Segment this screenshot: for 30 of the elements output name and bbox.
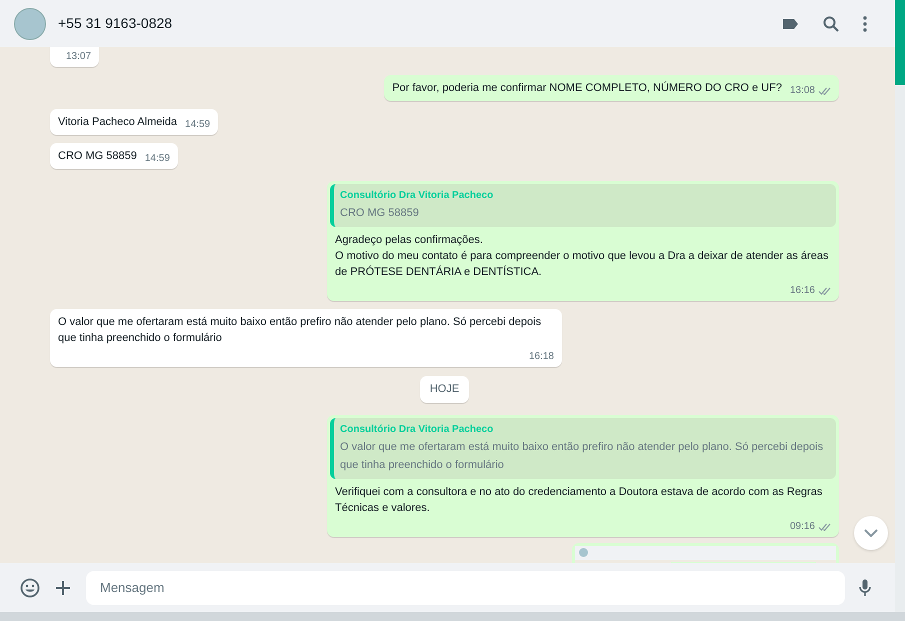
label-icon[interactable]: [782, 18, 799, 30]
scroll-down-button[interactable]: [854, 516, 888, 550]
message-text: Verifiquei com a consultora e no ato do credenciamento a Doutora estava de acordo com as Regras Técnicas e valores.: [335, 484, 824, 516]
plus-icon[interactable]: [55, 580, 71, 596]
message-time: 13:08: [790, 84, 815, 98]
message-time: 14:59: [144, 152, 170, 166]
message-time: 13:07: [66, 50, 92, 64]
message-text: O valor que me ofertaram está muito baixo então prefiro não atender pelo plano. Só percebi depois que tinha preenchido o formulário: [58, 315, 542, 346]
message-text: Agradeço pelas confirmações. O motivo do meu contato é para compreender o motivo que levou a Dra a deixar de atender as áreas de PRÓTESE DENTÁRIA e DENTÍSTICA.: [335, 233, 830, 280]
message-text: Vitoria Pacheco Almeida: [58, 115, 178, 130]
quote-text: CRO MG 58859: [340, 206, 420, 221]
message-text: Por favor, poderia me confirmar NOME COMPLETO, NÚMERO DO CRO e UF?: [392, 80, 782, 96]
message-time: 16:16: [790, 284, 815, 298]
message-time: 09:16: [790, 520, 815, 534]
quote-author: Consultório Dra Vitoria Pacheco: [340, 189, 494, 203]
contact-name[interactable]: +55 31 9163-0828: [58, 13, 172, 34]
search-icon[interactable]: [823, 16, 839, 32]
message-time: 16:18: [528, 350, 554, 364]
quoted-message[interactable]: Consultório Dra Vitoria Pacheco O valor que me ofertaram está muito baixo então prefiro não atender pelo plano. Só percebi depois que tinha preenchido o formulário: [330, 418, 836, 478]
message-input[interactable]: Mensagem: [86, 570, 845, 604]
message-text: CRO MG 58859: [58, 149, 137, 164]
quote-author: Consultório Dra Vitoria Pacheco: [340, 422, 494, 436]
chevron-down-icon: [864, 529, 878, 537]
quote-text: O valor que me ofertaram está muito baixo então prefiro não atender pelo plano. Só percebi depois que tinha preenchido o formulário: [340, 440, 824, 472]
quoted-message[interactable]: Consultório Dra Vitoria Pacheco CRO MG 58859: [330, 184, 836, 227]
date-separator: HOJE: [420, 376, 470, 402]
emoji-icon[interactable]: [20, 578, 40, 598]
message-time: 14:59: [185, 118, 210, 132]
menu-icon[interactable]: [863, 16, 867, 32]
microphone-icon[interactable]: [859, 578, 871, 596]
